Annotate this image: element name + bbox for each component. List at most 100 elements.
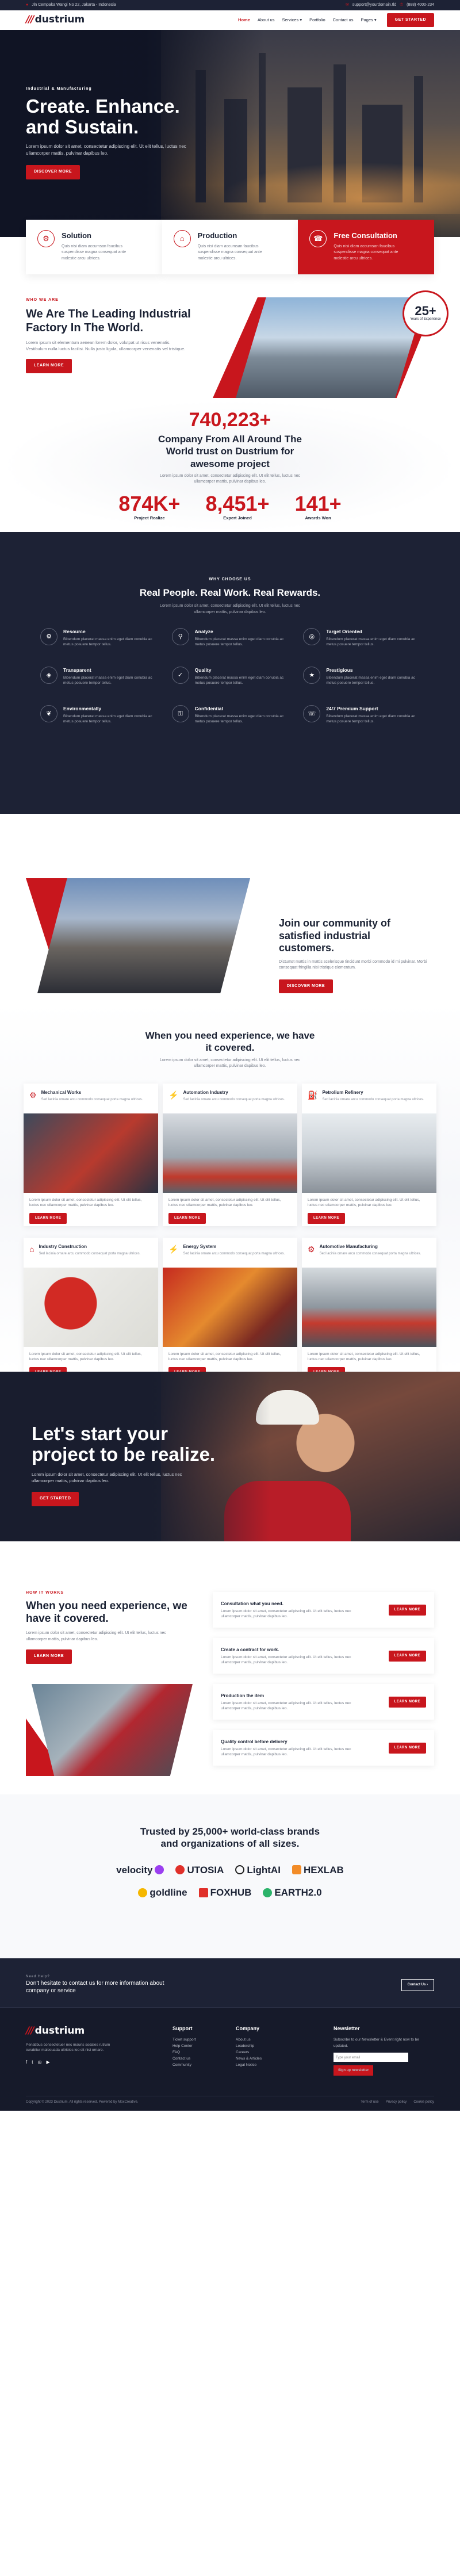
discover-more-button[interactable]: Discover More [279, 979, 334, 994]
cta-text: Lorem ipsum dolor sit amet, consectetur … [32, 1471, 182, 1483]
topbar-email[interactable]: support@yourdomain.tld [352, 2, 396, 9]
stats-headline-number: 740,223+ [189, 409, 271, 431]
why-item: ❦ Environmentally Bibendum placerat massa … [40, 705, 157, 724]
community-title: Join our community of satisfied industri… [279, 917, 391, 954]
nav-item-portfolio[interactable]: Portfolio [309, 17, 325, 23]
brand-logo: EARTH2.0 [263, 1885, 322, 1900]
energy-icon: ⚡ [168, 1244, 179, 1254]
footer-link[interactable]: Community [172, 2062, 196, 2068]
service-card: ⚙ Automotive Manufacturing Sed lacinia orn… [302, 1237, 436, 1380]
learn-more-button[interactable]: Learn More [26, 1649, 72, 1664]
youtube-icon[interactable]: ▶ [46, 2059, 49, 2066]
get-started-button[interactable]: Get Started [386, 13, 434, 28]
nav-item-contact[interactable]: Contact us [333, 17, 354, 23]
learn-more-button[interactable]: Learn More [308, 1213, 346, 1224]
how-title: When you need experience, we have it cov… [26, 1599, 187, 1625]
footer-link[interactable]: About us [236, 2037, 262, 2043]
manufacturing-icon: ⚙ [308, 1244, 315, 1254]
services-title: When you need experience, we have it cov… [145, 1030, 315, 1054]
footer-newsletter: Newsletter Subscribe to our Newsletter &… [334, 2025, 434, 2076]
topbar: ● Jln Cempaka Wangi No 22, Jakarta - Indo… [0, 0, 460, 10]
how-image [26, 1684, 198, 1776]
brand-logo: HEXLAB [292, 1863, 344, 1878]
cookie-link[interactable]: Cookie policy [413, 2100, 434, 2105]
feature-card-consultation[interactable]: ☎ Free Consultation Quis nisi diam accums… [298, 220, 435, 274]
terms-link[interactable]: Term of use [361, 2100, 378, 2105]
twitter-icon[interactable]: t [32, 2059, 33, 2066]
prestigious-icon: ★ [303, 666, 321, 684]
footer-link[interactable]: Leadership [236, 2043, 262, 2049]
hero: Industrial & Manufacturing Create. Enhan… [0, 30, 460, 237]
learn-more-button[interactable]: Learn More [388, 1742, 426, 1754]
chevron-down-icon: ▾ [374, 17, 377, 23]
about-image: 25+ Years of Experience [213, 290, 448, 398]
discover-more-button[interactable]: Discover More [26, 165, 80, 179]
email-field[interactable]: Type your email [334, 2052, 408, 2062]
how-eyebrow: How It Works [26, 1591, 64, 1595]
lock-icon: ⚿ [171, 705, 189, 722]
facebook-icon[interactable]: f [26, 2059, 27, 2066]
phone-icon: ✆ [400, 2, 404, 7]
headset-icon: ☎ [309, 230, 327, 247]
service-image [302, 1267, 436, 1347]
footer: ///dustrium Penatibus consectetuer nec m… [0, 2007, 460, 2111]
subscribe-button[interactable]: Sign up newsletter [334, 2065, 374, 2076]
arrow-right-icon: › [427, 1983, 428, 1986]
about-title: We Are The Leading Industrial Factory In… [26, 307, 191, 334]
service-card: ⚙ Mechanical Works Sed lacinia ornare arcu… [24, 1083, 158, 1226]
services-text: Lorem ipsum dolor sit amet, consectetur … [160, 1058, 300, 1069]
main-nav: ///dustrium Home About us Services ▾ Por… [0, 10, 460, 30]
why-item: ★ Prestigious Bibendum placerat massa enim… [303, 666, 420, 686]
why-item: ✓ Quality Bibendum placerat massa enim ege… [171, 666, 289, 686]
learn-more-button[interactable]: Learn More [26, 359, 72, 373]
footer-link[interactable]: FAQ [172, 2049, 196, 2056]
process-step: Quality control before delivery Lorem ips… [213, 1730, 434, 1766]
feature-cards: ⚙ Solution Quis nisi diam accumsan faucib… [0, 220, 460, 274]
get-started-button[interactable]: Get Started [32, 1492, 79, 1506]
footer-link[interactable]: Careers [236, 2049, 262, 2056]
privacy-link[interactable]: Privacy policy [386, 2100, 407, 2105]
community-image [26, 878, 250, 993]
about-text: Lorem ipsum sit elementum aenean lorem d… [26, 339, 186, 351]
logo[interactable]: ///dustrium [26, 13, 85, 28]
why-item: ◈ Transparent Bibendum placerat massa enim… [40, 666, 157, 686]
instagram-icon[interactable]: ◎ [37, 2059, 41, 2066]
learn-more-button[interactable]: Learn More [29, 1213, 67, 1224]
brands-section: Trusted by 25,000+ world-class brands an… [0, 1794, 460, 1958]
footer-link[interactable]: News & Articles [236, 2056, 262, 2062]
mechanical-icon: ⚙ [29, 1090, 37, 1100]
feature-card-production[interactable]: ⌂ Production Quis nisi diam accumsan fauc… [162, 220, 298, 274]
stat-experts: 8,451+ Expert Joined [205, 491, 270, 520]
resource-icon: ⚙ [40, 628, 57, 645]
cta-title: Let's start your project to be realize. [32, 1423, 216, 1465]
mail-icon: ✉ [346, 2, 349, 7]
footer-link[interactable]: Legal Notice [236, 2062, 262, 2068]
factory-icon: ⌂ [173, 230, 191, 247]
why-item: ☏ 24/7 Premium Support Bibendum placerat m… [303, 705, 420, 724]
nav-item-home[interactable]: Home [238, 17, 250, 23]
refinery-icon: ⛽ [308, 1090, 318, 1100]
cta-section: Let's start your project to be realize. … [0, 1372, 460, 1541]
process-step: Consultation what you need. Lorem ipsum d… [213, 1592, 434, 1628]
transparent-icon: ◈ [40, 666, 57, 684]
hero-title: Create. Enhance. and Sustain. [26, 95, 180, 137]
feature-card-solution[interactable]: ⚙ Solution Quis nisi diam accumsan faucib… [26, 220, 162, 274]
why-choose-section: Why Choose Us Real People. Real Work. Re… [0, 532, 460, 814]
learn-more-button[interactable]: Learn More [168, 1213, 206, 1224]
nav-item-pages[interactable]: Pages ▾ [361, 17, 376, 23]
contact-us-button[interactable]: Contact Us › [401, 1979, 434, 1991]
topbar-phone[interactable]: (888) 4000-234 [407, 2, 434, 9]
learn-more-button[interactable]: Learn More [388, 1696, 426, 1708]
why-text: Lorem ipsum dolor sit amet, consectetur … [160, 604, 300, 614]
footer-link[interactable]: Ticket support [172, 2037, 196, 2043]
learn-more-button[interactable]: Learn More [388, 1650, 426, 1662]
experience-badge: 25+ Years of Experience [402, 290, 448, 336]
nav-item-about[interactable]: About us [258, 17, 275, 23]
how-text: Lorem ipsum dolor sit amet, consectetur … [26, 1631, 166, 1641]
footer-link[interactable]: Help Center [172, 2043, 196, 2049]
service-image [163, 1267, 297, 1347]
nav-item-services[interactable]: Services ▾ [282, 17, 302, 23]
community-section: Join our community of satisfied industri… [0, 814, 460, 1004]
footer-link[interactable]: Contact us [172, 2056, 196, 2062]
learn-more-button[interactable]: Learn More [388, 1604, 426, 1616]
